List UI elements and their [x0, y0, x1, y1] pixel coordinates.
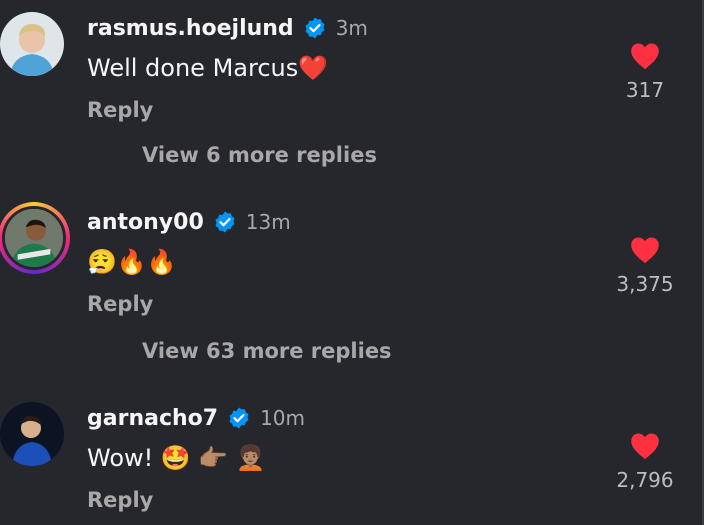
comment-text-content: Wow! — [87, 444, 154, 472]
comment-emoji: 🤩 👉🏽 🧑🏽‍🦱 — [160, 444, 266, 472]
verified-badge-icon — [229, 407, 249, 429]
timestamp: 10m — [260, 406, 306, 430]
reply-button[interactable]: Reply — [87, 98, 153, 122]
timestamp: 13m — [245, 210, 291, 234]
reply-button[interactable]: Reply — [87, 488, 153, 512]
comment-item: antony00 13m 😮‍💨🔥🔥 Reply 3,375 — [0, 202, 704, 326]
comment-header: antony00 13m — [87, 206, 291, 238]
player-avatar-icon — [0, 402, 64, 466]
like-count: 3,375 — [616, 272, 674, 296]
avatar[interactable] — [0, 402, 64, 466]
heart-icon[interactable] — [630, 432, 660, 460]
comment-item: garnacho7 10m Wow! 🤩 👉🏽 🧑🏽‍🦱 Reply 2,796 — [0, 402, 704, 522]
player-avatar-icon — [0, 12, 64, 76]
view-more-replies-button[interactable]: View 63 more replies — [142, 339, 392, 363]
comment-text: Wow! 🤩 👉🏽 🧑🏽‍🦱 — [87, 444, 266, 472]
like-section: 3,375 — [610, 236, 680, 296]
comment-emoji: 😮‍💨🔥🔥 — [87, 248, 177, 276]
avatar[interactable] — [0, 12, 64, 76]
comment-text: Well done Marcus❤️ — [87, 54, 328, 82]
comment-text: 😮‍💨🔥🔥 — [87, 248, 177, 276]
comment-header: garnacho7 10m — [87, 402, 305, 434]
like-count: 2,796 — [616, 468, 674, 492]
username[interactable]: antony00 — [87, 210, 204, 235]
timestamp: 3m — [335, 16, 368, 40]
heart-icon[interactable] — [630, 42, 660, 70]
like-count: 317 — [625, 78, 665, 102]
reply-button[interactable]: Reply — [87, 292, 153, 316]
like-section: 317 — [610, 42, 680, 102]
verified-badge-icon — [305, 17, 325, 39]
comment-text-content: Well done Marcus — [87, 54, 299, 82]
username[interactable]: rasmus.hoejlund — [87, 16, 294, 41]
player-avatar-icon — [5, 209, 63, 267]
story-ring[interactable] — [0, 202, 70, 274]
comment-emoji: ❤️ — [298, 54, 329, 82]
verified-badge-icon — [215, 211, 235, 233]
avatar[interactable] — [2, 206, 66, 270]
comment-header: rasmus.hoejlund 3m — [87, 12, 368, 44]
like-section: 2,796 — [610, 432, 680, 492]
heart-icon[interactable] — [630, 236, 660, 264]
view-more-replies-button[interactable]: View 6 more replies — [142, 143, 377, 167]
username[interactable]: garnacho7 — [87, 406, 218, 431]
comment-item: rasmus.hoejlund 3m Well done Marcus❤️ Re… — [0, 12, 704, 132]
comments-feed: rasmus.hoejlund 3m Well done Marcus❤️ Re… — [0, 0, 704, 525]
